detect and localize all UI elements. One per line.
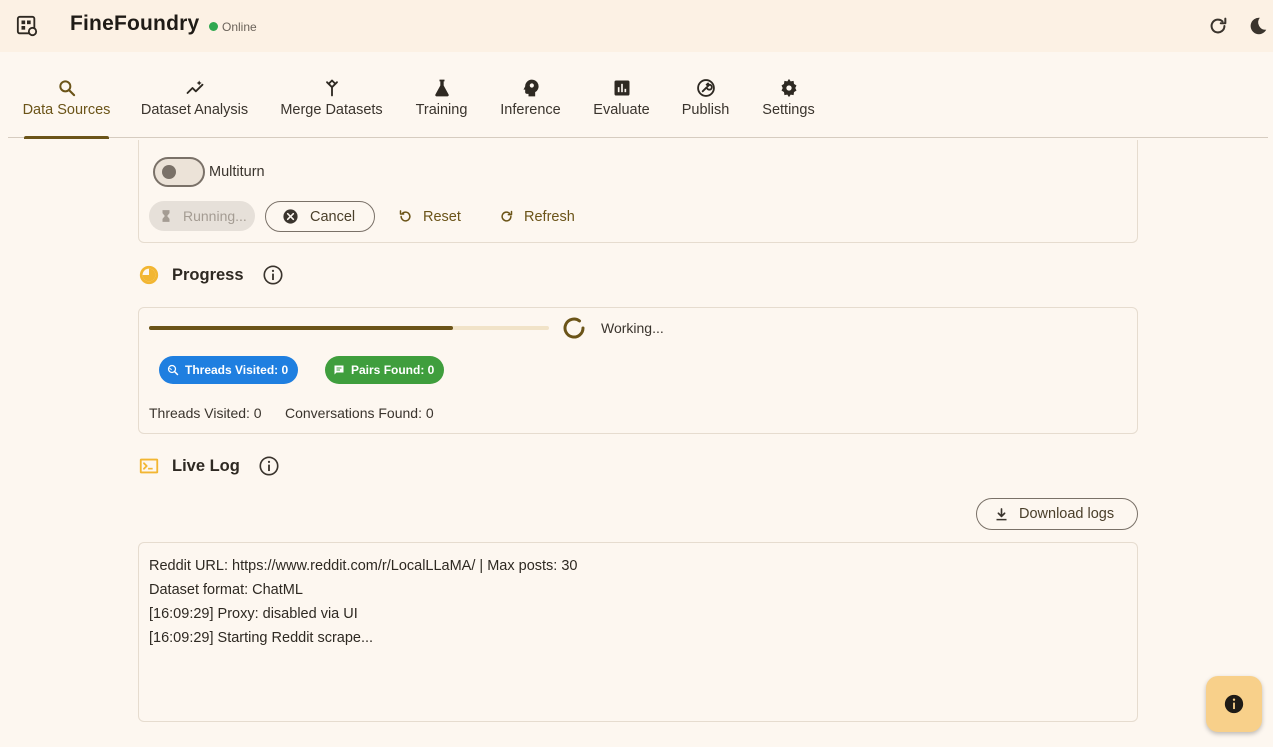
- cancel-circle-icon: [283, 209, 298, 224]
- cancel-button[interactable]: Cancel: [265, 201, 375, 232]
- tab-label: Evaluate: [593, 102, 650, 118]
- top-app-bar: FineFoundry Online: [0, 0, 1273, 52]
- threads-visited-chip-label: Threads Visited: 0: [185, 363, 289, 377]
- info-filled-icon: [1224, 694, 1244, 714]
- refresh-label: Refresh: [524, 208, 575, 225]
- live-log-section-header: Live Log: [138, 455, 280, 477]
- pairs-found-chip: Pairs Found: 0: [325, 356, 445, 384]
- app-title: FineFoundry: [70, 12, 200, 35]
- progress-title: Progress: [172, 265, 244, 284]
- info-icon[interactable]: [258, 455, 280, 477]
- multiturn-toggle[interactable]: [153, 157, 205, 187]
- pairs-found-chip-label: Pairs Found: 0: [351, 363, 435, 377]
- tab-label: Merge Datasets: [280, 102, 383, 118]
- tab-label: Publish: [681, 102, 730, 118]
- tab-data-sources[interactable]: Data Sources: [22, 78, 111, 139]
- download-icon: [996, 507, 1007, 520]
- progress-bar-fill: [149, 326, 453, 330]
- threads-visited-chip: Threads Visited: 0: [159, 356, 299, 384]
- merge-icon: [325, 79, 338, 97]
- progress-bar: [149, 326, 549, 330]
- tab-label: Settings: [762, 102, 815, 118]
- progress-section-header: Progress: [138, 264, 284, 286]
- flask-icon: [434, 79, 449, 97]
- running-label: Running...: [183, 208, 247, 224]
- status-indicator-dot: [209, 22, 218, 31]
- tab-inference[interactable]: Inference: [499, 78, 562, 138]
- multiturn-label: Multiturn: [209, 164, 265, 180]
- tab-settings[interactable]: Settings: [761, 78, 816, 138]
- loading-spinner-icon: [563, 317, 585, 339]
- refresh-button[interactable]: Refresh: [499, 201, 575, 232]
- live-log-title: Live Log: [172, 456, 240, 475]
- log-line: Reddit URL: https://www.reddit.com/r/Loc…: [149, 558, 578, 574]
- status-text: Online: [222, 20, 257, 34]
- log-line: [16:09:29] Proxy: disabled via UI: [149, 606, 358, 622]
- log-line: [16:09:29] Starting Reddit scrape...: [149, 630, 374, 646]
- app-logo-icon: [16, 15, 38, 37]
- tab-label: Dataset Analysis: [140, 102, 249, 118]
- gear-icon: [781, 78, 796, 98]
- running-button: Running...: [149, 201, 255, 231]
- cancel-label: Cancel: [310, 208, 356, 225]
- tab-publish[interactable]: Publish: [681, 78, 730, 138]
- progress-clock-icon: [139, 265, 159, 285]
- log-lines: Reddit URL: https://www.reddit.com/r/Loc…: [149, 554, 577, 650]
- search-icon: [58, 80, 75, 97]
- refresh-icon: [501, 210, 513, 222]
- conversations-found-stat: Conversations Found: 0: [285, 405, 434, 421]
- dark-mode-icon[interactable]: [1247, 15, 1269, 37]
- hourglass-icon: [162, 210, 170, 222]
- main-tab-bar: Data Sources Dataset Analysis Merge Data…: [8, 52, 1268, 139]
- tab-evaluate[interactable]: Evaluate: [593, 78, 650, 138]
- tab-merge-datasets[interactable]: Merge Datasets: [280, 78, 383, 138]
- terminal-icon: [139, 458, 159, 474]
- log-line: Dataset format: ChatML: [149, 582, 303, 598]
- tab-label: Inference: [500, 102, 561, 118]
- threads-visited-stat: Threads Visited: 0: [149, 405, 262, 421]
- info-fab-button[interactable]: [1206, 676, 1262, 732]
- travel-explore-icon: [167, 364, 179, 376]
- reset-label: Reset: [423, 208, 461, 225]
- working-status-text: Working...: [601, 320, 664, 336]
- info-icon[interactable]: [262, 264, 284, 286]
- download-logs-label: Download logs: [1019, 506, 1115, 522]
- download-logs-button[interactable]: Download logs: [976, 498, 1138, 530]
- refresh-icon[interactable]: [1207, 15, 1229, 37]
- reset-button[interactable]: Reset: [398, 201, 461, 232]
- tab-label: Data Sources: [22, 102, 111, 118]
- reset-icon: [399, 210, 411, 222]
- tab-label: Training: [415, 102, 468, 118]
- analytics-icon: [186, 80, 203, 94]
- chat-bubble-icon: [334, 365, 344, 375]
- tab-dataset-analysis[interactable]: Dataset Analysis: [141, 78, 248, 138]
- wrench-circle-icon: [696, 79, 715, 97]
- bar-chart-icon: [614, 80, 629, 96]
- tab-training[interactable]: Training: [415, 78, 468, 138]
- brain-head-icon: [523, 79, 539, 97]
